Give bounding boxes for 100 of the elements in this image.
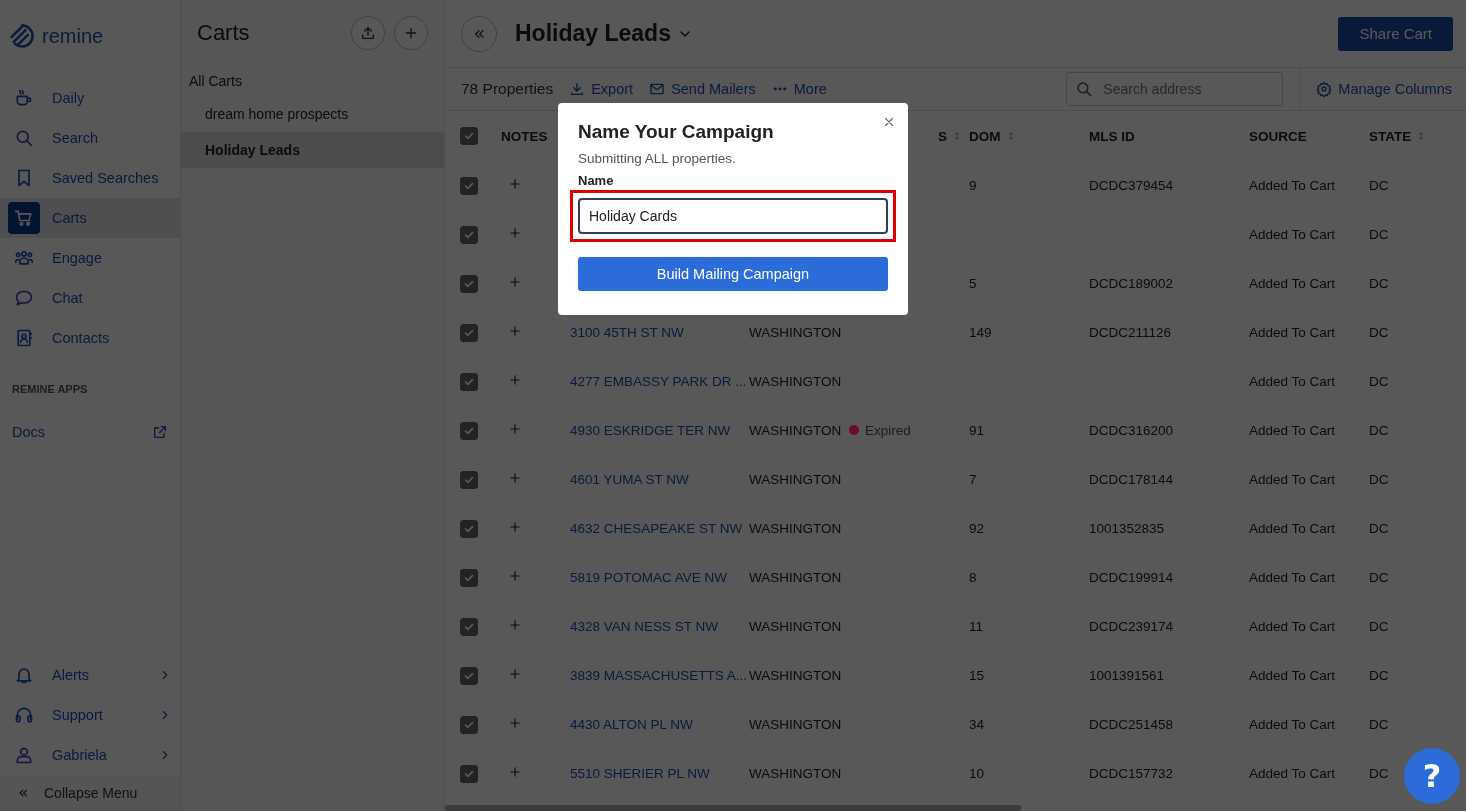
address-link[interactable]: 4601 YUMA ST NW [570, 472, 689, 487]
add-button[interactable] [394, 16, 428, 50]
cart-item[interactable]: Holiday Leads [181, 132, 444, 168]
table-cell: DCDC316200 [1089, 423, 1174, 438]
checkbox[interactable] [460, 323, 478, 342]
table-cell: Added To Cart [1249, 276, 1336, 291]
collapse-panel-button[interactable] [461, 15, 497, 52]
nav-item[interactable]: Engage [0, 238, 180, 278]
nav-item[interactable]: Search [0, 118, 180, 158]
nav-item[interactable]: Saved Searches [0, 158, 180, 198]
address-link[interactable]: 4277 EMBASSY PARK DR ... [570, 374, 747, 389]
add-note-icon [508, 177, 522, 191]
people-icon [14, 248, 34, 268]
cup-icon [14, 88, 34, 108]
build-campaign-button[interactable]: Build Mailing Campaign [578, 257, 888, 291]
table-cell: 149 [969, 325, 992, 340]
checkbox[interactable] [460, 617, 478, 636]
column-header: SOURCE [1249, 128, 1307, 144]
export-link[interactable]: Export [591, 81, 634, 97]
checkbox[interactable] [460, 470, 478, 489]
manage-columns-link[interactable]: Manage Columns [1338, 81, 1452, 97]
table-cell: DC [1369, 717, 1389, 732]
checkbox[interactable] [460, 764, 478, 783]
table-cell: 91 [969, 423, 985, 438]
checkbox[interactable] [460, 519, 478, 538]
campaign-name-field[interactable]: Holiday Cards [578, 198, 888, 234]
nav-item[interactable]: Contacts [0, 318, 180, 358]
menu-item[interactable]: Support [0, 695, 180, 735]
address-link[interactable]: 3839 MASSACHUSETTS A... [570, 668, 748, 683]
table-cell: 1001352835 [1089, 521, 1165, 536]
table-cell: WASHINGTON [749, 766, 842, 781]
table-cell: WASHINGTON [749, 472, 842, 487]
table-cell: WASHINGTON [749, 570, 842, 585]
add-note-icon [508, 716, 522, 730]
cart-icon [14, 208, 34, 228]
table-cell: Added To Cart [1249, 325, 1336, 340]
table-cell: 1001391561 [1089, 668, 1165, 683]
table-cell: DC [1369, 766, 1389, 781]
dialog-title: Name Your Campaign [578, 121, 775, 143]
column-header[interactable]: S [938, 128, 947, 144]
table-cell: Added To Cart [1249, 570, 1336, 585]
table-cell: Added To Cart [1249, 423, 1336, 438]
nav-item[interactable]: Chat [0, 278, 180, 318]
share-cart-button[interactable]: Share Cart [1338, 16, 1453, 51]
chat-icon [14, 288, 34, 308]
menu-item[interactable]: Gabriela [0, 735, 180, 775]
app-link[interactable]: Docs [12, 424, 46, 440]
column-header[interactable]: STATE [1369, 128, 1412, 144]
add-note-icon [508, 618, 522, 632]
address-link[interactable]: 4930 ESKRIDGE TER NW [570, 423, 731, 438]
table-cell: Added To Cart [1249, 766, 1336, 781]
menu-item[interactable]: Alerts [0, 655, 180, 695]
send-mailers-link[interactable]: Send Mailers [671, 81, 756, 97]
address-link[interactable]: 4328 VAN NESS ST NW [570, 619, 719, 634]
cart-item[interactable]: dream home prospects [181, 96, 444, 132]
checkbox[interactable] [460, 176, 478, 195]
checkbox[interactable] [460, 568, 478, 587]
address-link[interactable]: 5510 SHERIER PL NW [570, 766, 710, 781]
more-link[interactable]: More [793, 81, 827, 97]
add-note-icon [508, 422, 522, 436]
add-note-icon [508, 275, 522, 289]
checkbox[interactable] [460, 421, 478, 440]
checkbox[interactable] [460, 666, 478, 685]
table-cell: DC [1369, 276, 1389, 291]
upload-icon [360, 25, 376, 41]
section-heading: REMINE APPS [11, 382, 89, 397]
upload-button[interactable] [351, 16, 385, 50]
search-icon [1075, 80, 1094, 98]
table-cell: DCDC178144 [1089, 472, 1174, 487]
table-cell: DC [1369, 570, 1389, 585]
nav-item[interactable]: Carts [0, 198, 180, 238]
address-link[interactable]: 5819 POTOMAC AVE NW [570, 570, 728, 585]
address-link[interactable]: 4430 ALTON PL NW [570, 717, 693, 732]
brand-name: remine [42, 24, 104, 48]
address-link[interactable]: 4632 CHESAPEAKE ST NW [570, 521, 743, 536]
add-note-icon [508, 373, 522, 387]
help-button[interactable]: ? [1404, 748, 1460, 804]
table-cell: Added To Cart [1249, 374, 1336, 389]
all-carts-link[interactable]: All Carts [181, 66, 444, 96]
checkbox[interactable] [460, 274, 478, 293]
table-cell: Added To Cart [1249, 619, 1336, 634]
table-cell: DC [1369, 423, 1389, 438]
table-cell: WASHINGTON [749, 423, 842, 438]
nav-item[interactable]: Daily [0, 78, 180, 118]
column-header: NOTES [501, 128, 548, 144]
address-link[interactable]: 3100 45TH ST NW [570, 325, 684, 340]
table-cell: WASHINGTON [749, 325, 842, 340]
table-cell: DCDC379454 [1089, 178, 1174, 193]
checkbox[interactable] [460, 225, 478, 244]
scrollbar-thumb[interactable] [445, 805, 1021, 811]
close-button[interactable] [882, 115, 896, 129]
add-note-icon [508, 520, 522, 534]
table-cell: WASHINGTON [749, 668, 842, 683]
table-cell: 7 [969, 472, 977, 487]
checkbox[interactable] [460, 715, 478, 734]
checkbox[interactable] [460, 127, 478, 145]
checkbox[interactable] [460, 372, 478, 391]
column-header[interactable]: DOM [969, 128, 1001, 144]
cart-title: Holiday Leads [515, 20, 671, 47]
dialog-subtitle: Submitting ALL properties. [578, 151, 737, 166]
